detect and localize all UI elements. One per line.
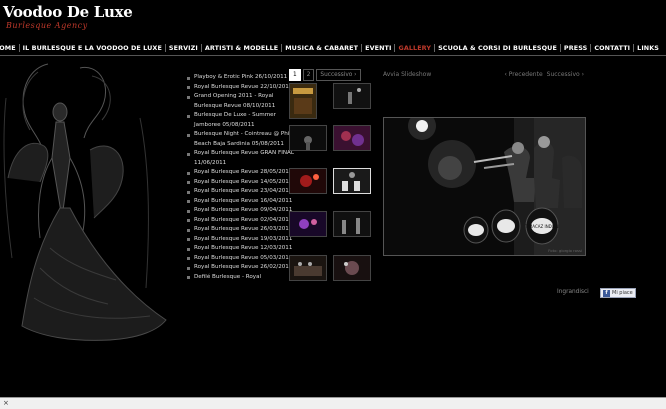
photo-credit: Foto: giorgio rossi — [548, 248, 582, 253]
nav-item-musica-cabaret[interactable]: MUSICA & CABARET — [282, 44, 361, 52]
gallery-list-item[interactable]: Royal Burlesque Revue 16/04/2011 — [186, 197, 296, 207]
pager-next-button[interactable]: Successivo › — [316, 69, 361, 81]
close-icon[interactable]: × — [3, 399, 9, 407]
thumbnail-4[interactable] — [333, 125, 371, 151]
nav-item-press[interactable]: PRESS — [561, 44, 590, 52]
gallery-list-item[interactable]: Royal Burlesque Revue 12/03/2011 — [186, 244, 296, 254]
main-nav: HOMEIL BURLESQUE E LA VOODOO DE LUXESERV… — [0, 41, 666, 56]
nav-item-il-burlesque-e-la-voodoo-de-luxe[interactable]: IL BURLESQUE E LA VOODOO DE LUXE — [20, 44, 165, 52]
logo-title: Voodoo De Luxe — [3, 3, 133, 21]
nav-item-artisti-modelle[interactable]: ARTISTI & MODELLE — [202, 44, 281, 52]
thumbnail-image — [334, 169, 370, 193]
thumbnail-10[interactable] — [333, 255, 371, 281]
nav-item-servizi[interactable]: SERVIZI — [166, 44, 201, 52]
gallery-list-item[interactable]: Royal Burlesque Revue 14/05/2011 — [186, 178, 296, 188]
thumbnail-image — [290, 84, 316, 118]
gallery-list-item[interactable]: Burlesque De Luxe - Summer Jamboree 05/0… — [186, 111, 296, 130]
gallery-list-item[interactable]: Royal Burlesque Revue 23/04/2011 — [186, 187, 296, 197]
thumb-pager: 1 2 Successivo › — [289, 69, 361, 81]
page-1-button[interactable]: 1 — [289, 69, 301, 81]
photo-navigation: ‹ Precedente Successivo › — [504, 71, 584, 78]
thumbnail-7[interactable] — [289, 211, 327, 237]
nav-item-scuola-corsi-di-burlesque[interactable]: SCUOLA & CORSI DI BURLESQUE — [435, 44, 560, 52]
gallery-list-item[interactable]: Grand Opening 2011 - Royal Burlesque Rev… — [186, 92, 296, 111]
thumbnail-image — [334, 84, 370, 108]
thumbnail-5[interactable] — [289, 168, 327, 194]
enlarge-link[interactable]: Ingrandisci — [557, 289, 589, 295]
thumbnail-9[interactable] — [289, 255, 327, 281]
nav-items: HOMEIL BURLESQUE E LA VOODOO DE LUXESERV… — [0, 41, 662, 55]
gallery-list-item[interactable]: Royal Burlesque Revue 26/03/2011 — [186, 225, 296, 235]
start-slideshow-link[interactable]: Avvia Slideshow — [383, 71, 431, 78]
burlesque-illustration — [3, 63, 167, 341]
nav-item-gallery[interactable]: GALLERY — [395, 44, 434, 52]
gallery-list-item[interactable]: Defilé Burlesque - Royal — [186, 273, 296, 283]
previous-photo-link[interactable]: ‹ Precedente — [504, 71, 542, 78]
facebook-like-button[interactable]: f Mi piace — [600, 288, 636, 298]
thumbnail-image — [290, 169, 326, 193]
gallery-list-item[interactable]: Royal Burlesque Revue 02/04/2011 — [186, 216, 296, 226]
nav-item-contatti[interactable]: CONTATTI — [591, 44, 633, 52]
site-logo[interactable]: Voodoo De Luxe Burlesque Agency — [3, 3, 133, 31]
gallery-list-item[interactable]: Royal Burlesque Revue GRAN FINAL 11/06/2… — [186, 149, 296, 168]
thumbnail-8[interactable] — [333, 211, 371, 237]
gallery-list-item[interactable]: Burlesque Night - Cointreau @ Phi Beach … — [186, 130, 296, 149]
nav-item-links[interactable]: LINKS — [634, 44, 662, 52]
drum-label: T'MACAZ INDIAN — [524, 224, 558, 229]
thumbnail-2[interactable] — [333, 83, 371, 109]
thumbnail-image — [334, 126, 370, 150]
thumbnail-image — [290, 256, 326, 280]
nav-item-home[interactable]: HOME — [0, 44, 19, 52]
logo-subtitle: Burlesque Agency — [6, 21, 88, 30]
nav-item-eventi[interactable]: EVENTI — [362, 44, 394, 52]
gallery-list-item[interactable]: Royal Burlesque Revue 28/05/2011 — [186, 168, 296, 178]
gallery-list: Playboy & Erotic Pink 26/10/2011 Royal Bu… — [186, 73, 296, 282]
gallery-list-item[interactable]: Royal Burlesque Revue 19/03/2011 — [186, 235, 296, 245]
main-photo[interactable]: T'MACAZ INDIAN Foto: giorgio rossi — [383, 117, 586, 256]
gallery-list-item[interactable]: Royal Burlesque Revue 05/03/2011 — [186, 254, 296, 264]
main-photo-image: T'MACAZ INDIAN — [384, 118, 585, 255]
thumbnail-image — [334, 256, 370, 280]
thumbnail-3[interactable] — [289, 125, 327, 151]
thumbnail-6-selected[interactable] — [333, 168, 371, 194]
thumbnail-image — [290, 126, 326, 150]
gallery-list-item[interactable]: Royal Burlesque Revue 22/10/2011 — [186, 83, 296, 93]
like-label: Mi piace — [612, 290, 633, 296]
facebook-icon: f — [603, 289, 610, 297]
thumbnail-1[interactable] — [289, 83, 317, 119]
gallery-list-item[interactable]: Playboy & Erotic Pink 26/10/2011 — [186, 73, 296, 83]
page-2-button[interactable]: 2 — [302, 69, 315, 81]
gallery-list-item[interactable]: Royal Burlesque Revue 09/04/2011 — [186, 206, 296, 216]
thumbnail-image — [290, 212, 326, 236]
thumbnail-image — [334, 212, 370, 236]
gallery-list-item[interactable]: Royal Burlesque Revue 26/02/2011 — [186, 263, 296, 273]
browser-status-bar: × — [0, 397, 666, 409]
next-photo-link[interactable]: Successivo › — [547, 71, 584, 78]
